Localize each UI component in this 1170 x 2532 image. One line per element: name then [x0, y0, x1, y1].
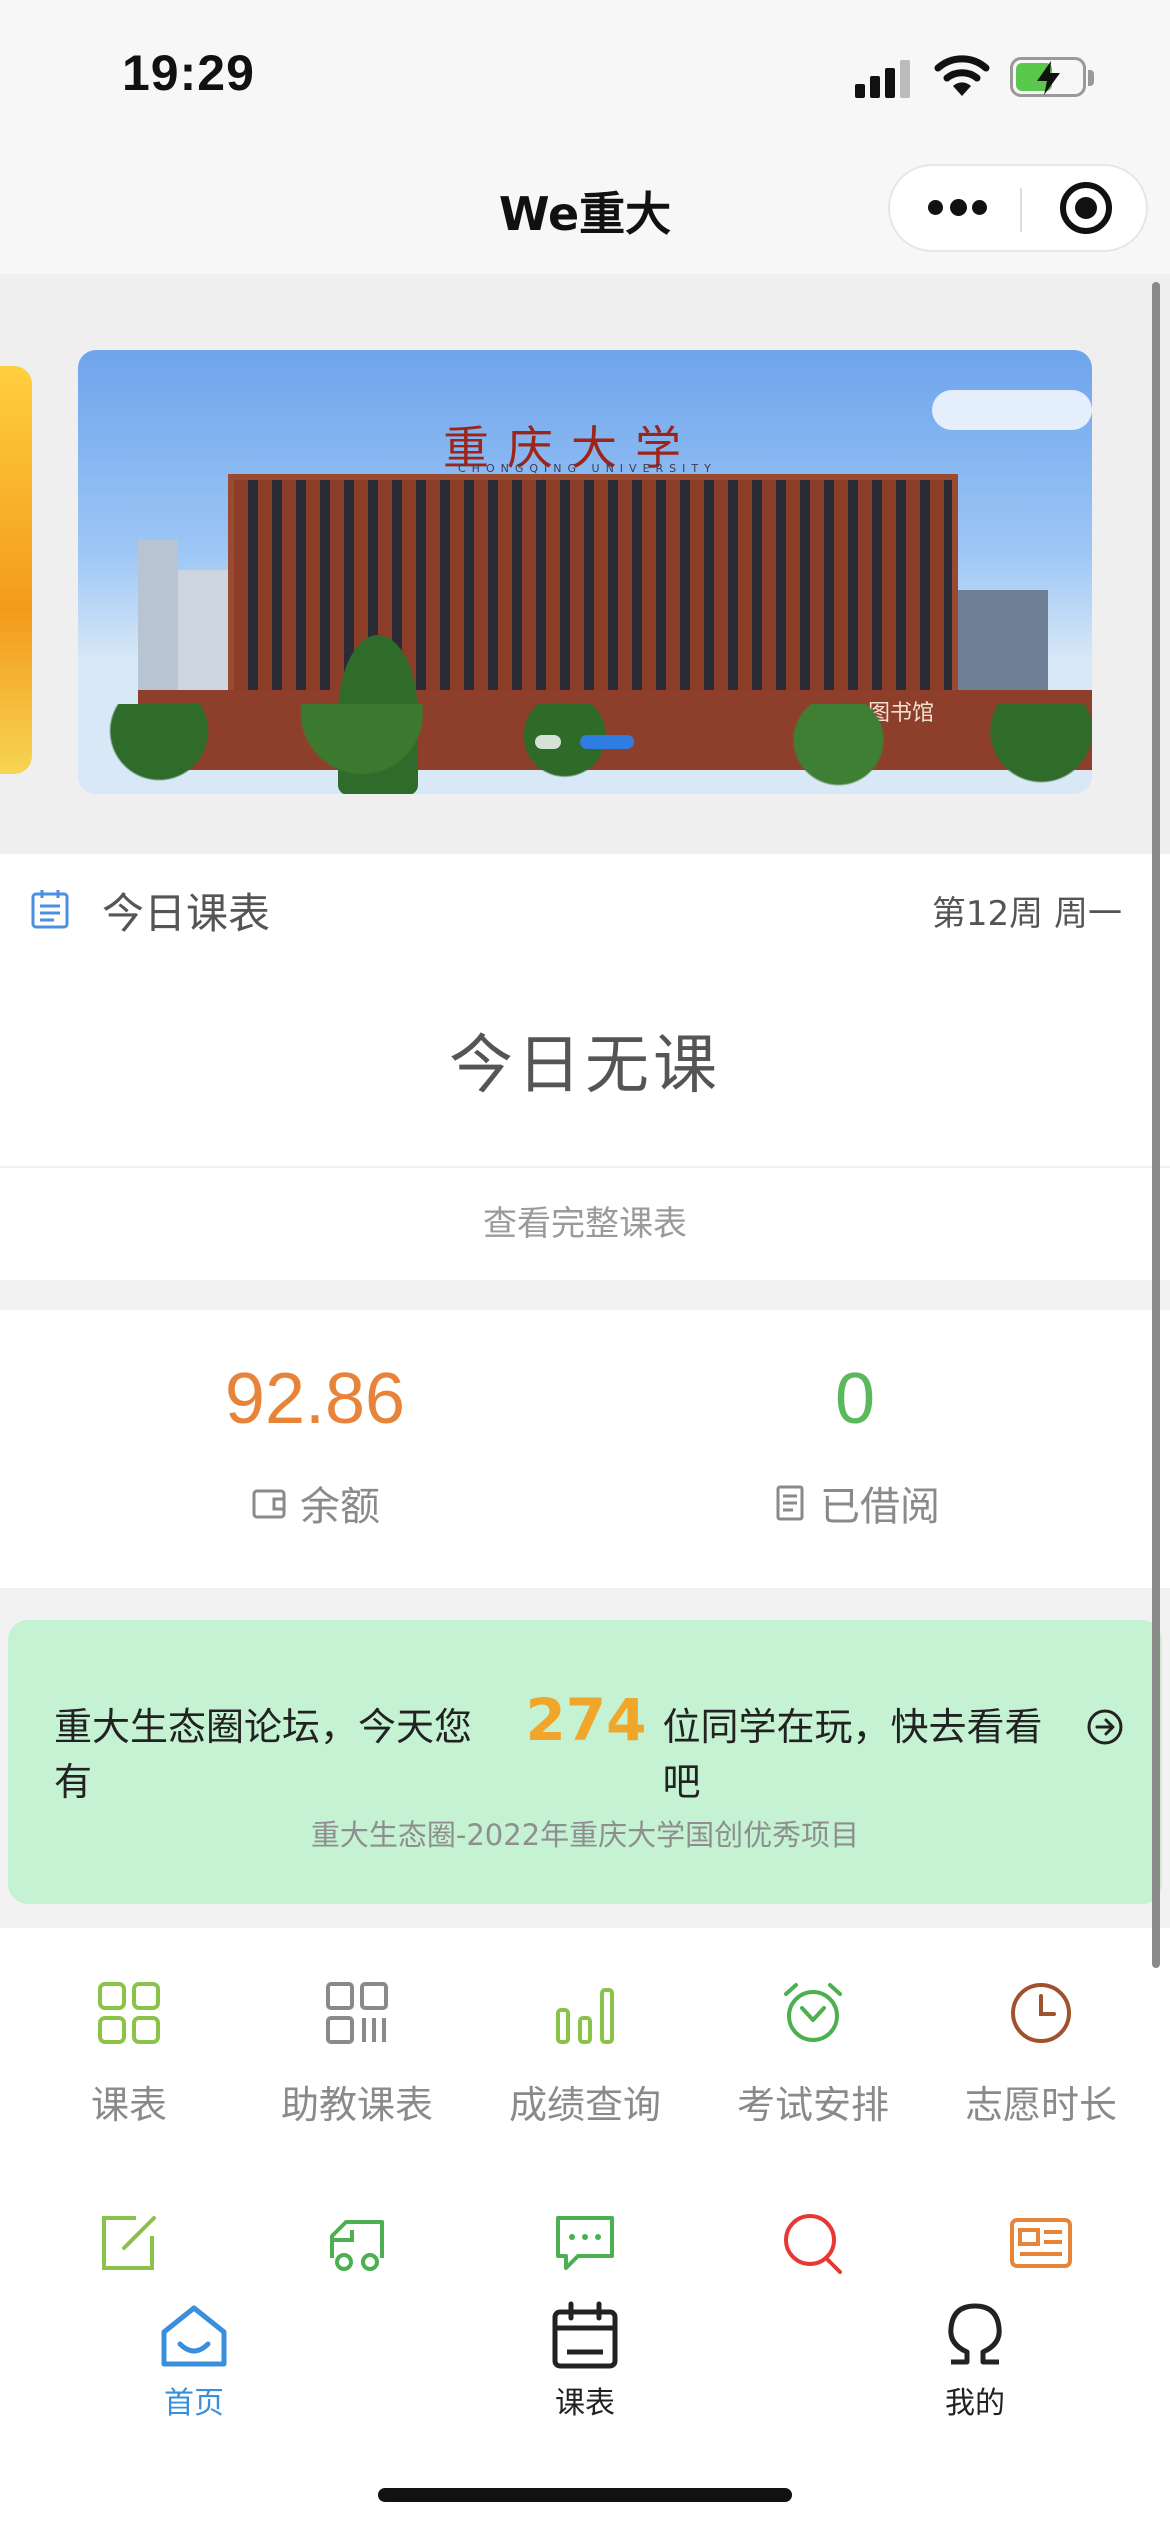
clock-icon: [1011, 1983, 1071, 2043]
balance-stat[interactable]: 92.86 余额: [105, 1358, 525, 1532]
grid-label: 考试安排: [736, 2083, 889, 2127]
university-sign-en: CHONGQING UNIVERSITY: [458, 462, 717, 475]
mini-program-navbar: We重大: [0, 150, 1170, 274]
chat-icon: [556, 2216, 614, 2270]
grid-item-row2-3[interactable]: [468, 2210, 702, 2276]
week-info: 第12周 周一: [931, 894, 1122, 934]
alarm-clock-icon: [784, 1983, 842, 2042]
function-grid: 课表 助教课表 成绩查询 考试安排 志愿时长: [0, 1928, 1170, 2308]
grid-item-grades[interactable]: 成绩查询: [468, 1980, 702, 2129]
stats-card: 92.86 余额 0 已借阅: [0, 1310, 1170, 1588]
home-icon: [161, 2305, 227, 2367]
forum-text-after: 位同学在玩，快去看看吧: [662, 1705, 1043, 1804]
edit-icon: [102, 2216, 156, 2270]
battery-icon: [1010, 57, 1086, 97]
cellular-signal-icon: [855, 58, 915, 98]
online-count: 274: [525, 1686, 647, 1754]
tab-label: 我的: [945, 2386, 1005, 2421]
forum-card[interactable]: 重大生态圈论坛，今天您有 274 位同学在玩，快去看看吧 重大生态圈-2022年…: [8, 1620, 1162, 1904]
balance-label: 余额: [300, 1484, 380, 1530]
truck-icon: [330, 2220, 384, 2271]
tab-schedule[interactable]: 课表: [485, 2300, 685, 2422]
previous-banner-card[interactable]: [0, 366, 32, 774]
borrowed-stat[interactable]: 0 已借阅: [645, 1358, 1065, 1532]
carousel-dot: [535, 735, 561, 749]
grid-icon: [98, 1982, 160, 2044]
grid-item-schedule[interactable]: 课表: [12, 1980, 246, 2129]
grid-item-ta-schedule[interactable]: 助教课表: [240, 1980, 474, 2129]
banner-image-library[interactable]: 重庆大学 CHONGQING UNIVERSITY 图书馆: [78, 350, 1092, 794]
grid-label: 成绩查询: [508, 2083, 661, 2127]
grid-item-row2-4[interactable]: [696, 2210, 930, 2276]
borrowed-value: 0: [834, 1359, 876, 1439]
grid-item-row2-5[interactable]: [924, 2210, 1158, 2276]
no-class-text: 今日无课: [449, 1029, 721, 1103]
arrow-right-circle-icon[interactable]: [1086, 1708, 1124, 1746]
calendar-icon: [552, 2301, 618, 2369]
forum-text-before: 重大生态圈论坛，今天您有: [54, 1705, 473, 1804]
schedule-heading: 今日课表: [102, 889, 271, 938]
forum-subtitle: 重大生态圈-2022年重庆大学国创优秀项目: [310, 1818, 860, 1852]
grid-label: 志愿时长: [964, 2083, 1117, 2127]
banner-carousel[interactable]: 重庆大学 CHONGQING UNIVERSITY 图书馆: [0, 274, 1170, 854]
grid-label: 助教课表: [280, 2083, 433, 2127]
more-icon[interactable]: [928, 198, 988, 218]
home-indicator: [378, 2488, 792, 2502]
capsule-menu: [888, 164, 1148, 252]
qr-grid-icon: [326, 1982, 388, 2044]
user-icon: [948, 2303, 1002, 2365]
tab-label: 首页: [164, 2386, 224, 2421]
tab-mine[interactable]: 我的: [875, 2300, 1075, 2422]
scrollbar[interactable]: [1152, 282, 1160, 1968]
tab-label: 课表: [555, 2386, 615, 2421]
grid-item-row2-1[interactable]: [12, 2210, 246, 2276]
forum-message: 重大生态圈论坛，今天您有 274 位同学在玩，快去看看吧: [54, 1686, 1124, 1806]
close-mini-program-icon[interactable]: [1060, 182, 1112, 234]
wifi-icon: [934, 55, 990, 96]
search-icon: [784, 2214, 842, 2274]
university-sign: 重庆大学: [443, 421, 699, 475]
balance-value: 92.86: [224, 1359, 406, 1439]
view-full-schedule-link[interactable]: 查看完整课表: [0, 1196, 1170, 1245]
today-schedule-card: 今日课表 第12周 周一 今日无课 查看完整课表: [0, 854, 1170, 1280]
carousel-dot-active: [580, 735, 634, 749]
tab-home[interactable]: 首页: [94, 2300, 294, 2422]
grid-label: 课表: [90, 2083, 167, 2127]
grid-item-row2-2[interactable]: [240, 2210, 474, 2276]
book-icon: [776, 1485, 804, 1521]
status-bar: 19:29: [0, 0, 1170, 150]
wallet-icon: [252, 1489, 286, 1519]
bar-chart-icon: [556, 1988, 614, 2044]
status-time: 19:29: [122, 45, 255, 101]
borrowed-label: 已借阅: [820, 1484, 940, 1530]
grid-item-exams[interactable]: 考试安排: [696, 1980, 930, 2129]
news-icon: [1010, 2218, 1072, 2268]
calendar-icon: [31, 890, 69, 929]
grid-item-volunteer-hours[interactable]: 志愿时长: [924, 1980, 1158, 2129]
